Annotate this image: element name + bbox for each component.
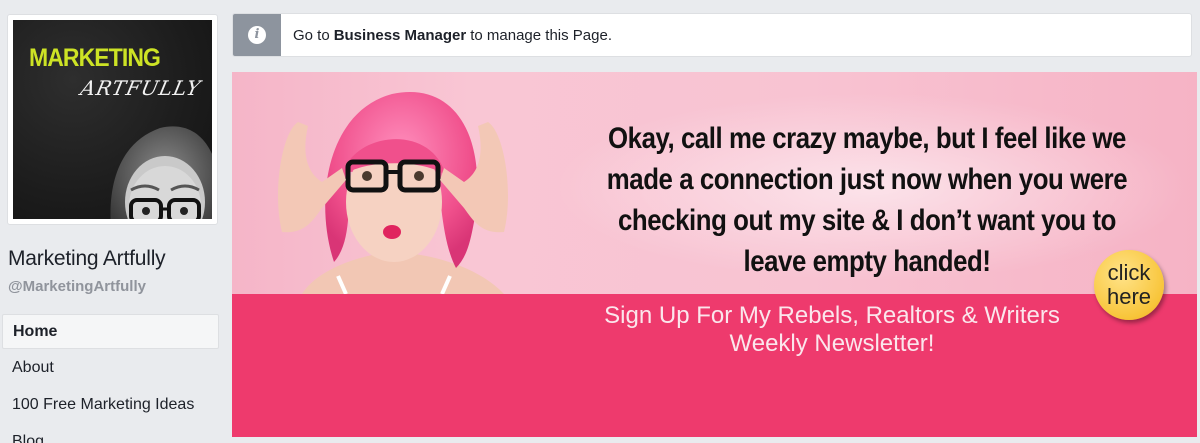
cta-line-1: click bbox=[1107, 260, 1151, 285]
signup-line-2: Weekly Newsletter! bbox=[729, 330, 935, 357]
business-manager-notice: i Go to Business Manager to manage this … bbox=[232, 13, 1192, 57]
notice-text: Go to Business Manager to manage this Pa… bbox=[293, 14, 612, 56]
cover-headline: Okay, call me crazy maybe, but I feel li… bbox=[606, 122, 1128, 278]
logo-text-artfully: ARTFULLY bbox=[78, 76, 204, 100]
logo-text-marketing: MARKETING bbox=[29, 44, 161, 72]
business-manager-link[interactable]: Business Manager bbox=[334, 27, 467, 44]
newsletter-signup-text: Sign Up For My Rebels, Realtors & Writer… bbox=[562, 302, 1102, 358]
notice-icon-cell: i bbox=[233, 14, 281, 56]
nav-item-100-free-marketing-ideas[interactable]: 100 Free Marketing Ideas bbox=[0, 386, 219, 423]
nav-item-home[interactable]: Home bbox=[2, 314, 219, 349]
cover-photo[interactable]: Okay, call me crazy maybe, but I feel li… bbox=[232, 72, 1197, 437]
signup-line-1: Sign Up For My Rebels, Realtors & Writer… bbox=[604, 302, 1060, 329]
cta-line-2: here bbox=[1106, 284, 1152, 309]
click-here-button[interactable]: click here bbox=[1094, 250, 1164, 320]
pink-hair-woman-illustration bbox=[277, 92, 509, 294]
info-icon: i bbox=[248, 26, 266, 44]
page-nav: Home About 100 Free Marketing Ideas Blog bbox=[0, 314, 219, 443]
page-name[interactable]: Marketing Artfully bbox=[8, 247, 166, 271]
notice-suffix: to manage this Page. bbox=[470, 26, 612, 44]
nav-item-blog[interactable]: Blog bbox=[0, 423, 219, 443]
notice-prefix: Go to bbox=[293, 26, 330, 44]
left-column: MARKETING ARTFULLY Marketing Artfully @M… bbox=[0, 0, 220, 443]
profile-face-illustration bbox=[110, 126, 212, 219]
nav-item-about[interactable]: About bbox=[0, 349, 219, 386]
profile-picture[interactable]: MARKETING ARTFULLY bbox=[13, 20, 212, 219]
page-handle[interactable]: @MarketingArtfully bbox=[8, 278, 146, 295]
profile-picture-frame[interactable]: MARKETING ARTFULLY bbox=[7, 14, 218, 225]
